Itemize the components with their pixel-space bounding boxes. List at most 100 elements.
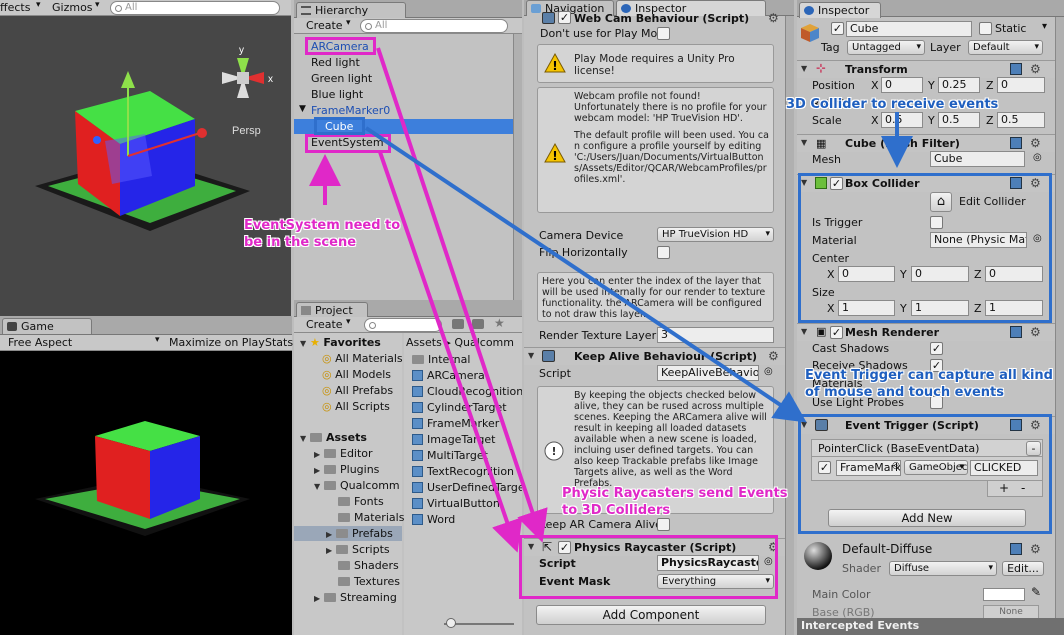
scale-x-field[interactable]: 0.5: [881, 112, 923, 128]
intercepted-events-bar[interactable]: Intercepted Events: [797, 618, 1064, 635]
help-book-icon[interactable]: [1010, 63, 1022, 75]
meshfilter-header[interactable]: ▼ ▦ Cube (Mesh Filter) ⚙: [797, 134, 1055, 152]
filter-type-icon[interactable]: [452, 319, 464, 329]
help-book-icon[interactable]: [1010, 137, 1022, 149]
hierarchy-scrollbar[interactable]: [513, 34, 522, 300]
slider-thumb[interactable]: [446, 618, 456, 628]
filter-label-icon[interactable]: [472, 319, 484, 329]
stats-toggle[interactable]: Stats: [265, 336, 293, 349]
object-name-field[interactable]: Cube: [846, 21, 972, 37]
file-cloudrecognition[interactable]: CloudRecognition: [412, 384, 522, 399]
keepalive-script-field[interactable]: KeepAliveBehaviour: [657, 365, 759, 381]
file-word[interactable]: Word: [412, 512, 455, 527]
effects-dropdown[interactable]: ffects: [0, 1, 30, 14]
tab-game[interactable]: Game: [2, 318, 92, 334]
gear-icon[interactable]: ⚙: [1030, 325, 1041, 339]
base-texture-slot[interactable]: None: [983, 605, 1039, 619]
tab-project[interactable]: Project: [296, 302, 368, 318]
hierarchy-item-blue-light[interactable]: Blue light: [311, 87, 363, 102]
file-textrecognition[interactable]: TextRecognition: [412, 464, 514, 479]
camera-device-dropdown[interactable]: HP TrueVision HD: [657, 227, 774, 242]
breadcrumb-qualcomm[interactable]: Qualcomm: [454, 336, 514, 349]
file-imagetarget[interactable]: ImageTarget: [412, 432, 495, 447]
tree-qualcomm[interactable]: ▼ Qualcomm: [314, 478, 400, 494]
edit-shader-button[interactable]: Edit...: [1002, 561, 1044, 576]
hierarchy-item-green-light[interactable]: Green light: [311, 71, 372, 86]
favorite-all-models[interactable]: ◎ All Models: [322, 367, 391, 382]
file-virtualbutton[interactable]: VirtualButton: [412, 496, 500, 511]
file-internal[interactable]: Internal: [412, 352, 470, 367]
maximize-on-play-toggle[interactable]: Maximize on Play: [169, 336, 265, 349]
tree-textures[interactable]: Textures: [338, 574, 400, 589]
layer-dropdown[interactable]: Default: [968, 40, 1043, 55]
cast-shadows-checkbox[interactable]: ✓: [930, 342, 943, 355]
file-arcamera[interactable]: ARCamera: [412, 368, 485, 383]
tree-materials[interactable]: Materials: [338, 510, 404, 525]
meshrenderer-header[interactable]: ▼ ▣ ✓ Mesh Renderer ⚙: [797, 323, 1055, 341]
scene-search-input[interactable]: All: [110, 1, 280, 15]
game-view[interactable]: Game Free Aspect ▾ Maximize on Play Stat…: [0, 316, 293, 635]
aspect-dropdown[interactable]: Free Aspect: [8, 336, 72, 349]
favorite-all-scripts[interactable]: ◎ All Scripts: [322, 399, 390, 414]
scale-z-field[interactable]: 0.5: [997, 112, 1045, 128]
position-z-field[interactable]: 0: [997, 77, 1045, 93]
scale-y-field[interactable]: 0.5: [938, 112, 980, 128]
inspector-scrollbar[interactable]: [1055, 17, 1064, 618]
shader-dropdown[interactable]: Diffuse: [889, 561, 997, 576]
file-userdefinedtarget[interactable]: UserDefinedTarget: [412, 480, 522, 495]
help-book-icon[interactable]: [1010, 326, 1022, 338]
assets-header[interactable]: ▼ Assets: [300, 430, 367, 446]
file-framemarker[interactable]: FrameMarker: [412, 416, 499, 431]
hierarchy-item-red-light[interactable]: Red light: [311, 55, 360, 70]
gizmos-dropdown[interactable]: Gizmos: [52, 1, 93, 14]
active-checkbox[interactable]: ✓: [831, 22, 844, 35]
position-x-field[interactable]: 0: [881, 77, 923, 93]
tab-hierarchy[interactable]: Hierarchy: [296, 2, 406, 18]
render-texture-layer-field[interactable]: 3: [657, 327, 774, 343]
project-search-input[interactable]: [364, 318, 442, 332]
file-cylindertarget[interactable]: CylinderTarget: [412, 400, 507, 415]
keep-arcamera-checkbox[interactable]: [657, 518, 670, 531]
tree-shaders[interactable]: Shaders: [338, 558, 399, 573]
project-create-button[interactable]: Create: [306, 318, 343, 331]
gear-icon[interactable]: ⚙: [1030, 62, 1041, 76]
scene-viewport[interactable]: y x Persp: [0, 16, 291, 316]
static-checkbox[interactable]: [979, 22, 992, 35]
webcam-enabled-checkbox[interactable]: ✓: [558, 11, 571, 24]
main-color-swatch[interactable]: [983, 588, 1025, 601]
hierarchy-search-input[interactable]: All: [360, 19, 508, 33]
tag-dropdown[interactable]: Untagged: [847, 40, 925, 55]
position-y-field[interactable]: 0.25: [938, 77, 980, 93]
tab-inspector[interactable]: Inspector: [799, 2, 881, 18]
flip-horizontally-checkbox[interactable]: [657, 246, 670, 259]
tree-prefabs[interactable]: ▶ Prefabs: [326, 526, 393, 542]
eyedropper-icon[interactable]: ✎: [1031, 585, 1041, 599]
gear-icon[interactable]: ⚙: [768, 11, 779, 25]
expand-arrow-icon[interactable]: ▼: [299, 104, 306, 114]
favorite-all-materials[interactable]: ◎ All Materials: [322, 351, 403, 366]
object-picker-icon[interactable]: ◎: [1033, 152, 1042, 163]
orientation-gizmo[interactable]: y x Persp: [222, 45, 273, 137]
meshrenderer-enabled-checkbox[interactable]: ✓: [830, 326, 843, 339]
favorites-header[interactable]: ▼ ★ Favorites: [300, 335, 381, 351]
file-multitarget[interactable]: MultiTarget: [412, 448, 488, 463]
favorite-star-icon[interactable]: ★: [494, 316, 505, 330]
hierarchy-create-button[interactable]: Create: [306, 19, 343, 32]
favorite-all-prefabs[interactable]: ◎ All Prefabs: [322, 383, 393, 398]
tree-plugins[interactable]: ▶ Plugins: [314, 462, 379, 478]
dont-use-checkbox[interactable]: [657, 27, 670, 40]
tree-fonts[interactable]: Fonts: [338, 494, 384, 509]
tree-streaming[interactable]: ▶ Streaming: [314, 590, 397, 606]
keepalive-header[interactable]: ▼ Keep Alive Behaviour (Script) ⚙: [524, 347, 786, 365]
mesh-field[interactable]: Cube: [930, 151, 1025, 167]
add-component-button[interactable]: Add Component: [536, 605, 766, 625]
static-arrow-icon[interactable]: ▾: [1042, 21, 1047, 32]
gear-icon[interactable]: ⚙: [1030, 136, 1041, 150]
gear-icon[interactable]: ⚙: [1030, 542, 1041, 556]
help-book-icon[interactable]: [1010, 543, 1022, 555]
tree-scripts[interactable]: ▶ Scripts: [326, 542, 390, 558]
gear-icon[interactable]: ⚙: [768, 349, 779, 363]
transform-header[interactable]: ▼ ⊹ Transform ⚙: [797, 60, 1055, 78]
breadcrumb-assets[interactable]: Assets: [406, 336, 442, 349]
object-picker-icon[interactable]: ◎: [764, 366, 773, 377]
